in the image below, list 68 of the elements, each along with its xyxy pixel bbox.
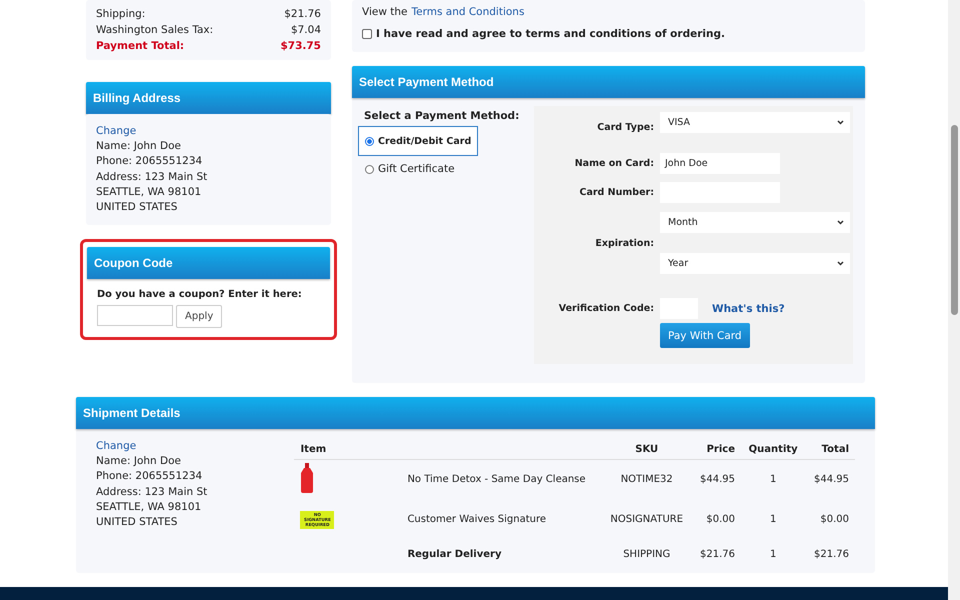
coupon-field[interactable] — [97, 305, 173, 326]
address-line: Phone: 2065551234 — [96, 469, 204, 484]
price-cell-text: $0.00 — [705, 513, 736, 527]
address-line: Phone: 2065551234 — [96, 154, 204, 170]
coupon-prompt: Do you have a coupon? Enter it here: — [97, 289, 303, 300]
column-header: Total — [805, 439, 855, 460]
payment-option[interactable]: Gift Certificate — [358, 160, 462, 178]
shipment-header: Shipment Details — [76, 397, 875, 429]
sku-cell-text: NOSIGNATURE — [609, 513, 684, 527]
card-type-select[interactable]: VISA — [660, 112, 850, 133]
bottle-icon — [300, 463, 314, 494]
sku-cell: NOTIME32 — [602, 460, 692, 500]
change-link[interactable]: Change — [96, 439, 294, 454]
column-header: SKU — [602, 439, 692, 460]
address-line: SEATTLE, WA 98101 — [96, 184, 202, 200]
quantity-cell: 1 — [740, 460, 806, 500]
change-link[interactable]: Change — [96, 124, 321, 140]
expiration-label: Expiration: — [594, 238, 654, 248]
sku-cell-text: SHIPPING — [622, 548, 672, 562]
address-line: UNITED STATES — [96, 200, 178, 216]
pay-button[interactable]: Pay With Card — [660, 323, 750, 348]
name-label: Name on Card: — [574, 158, 654, 169]
agree-label: I have read and agree to terms and conditions of ordering. — [376, 27, 725, 42]
month-select[interactable]: Month — [660, 212, 850, 233]
verification-label: Verification Code: — [558, 303, 654, 314]
price-cell: $44.95 — [691, 460, 741, 500]
agree-checkbox[interactable] — [362, 29, 372, 39]
card-number-label: Card Number: — [578, 187, 654, 198]
terms-text: View the — [362, 5, 408, 20]
scrollbar[interactable] — [948, 0, 960, 600]
summary-label: Washington Sales Tax: — [96, 23, 214, 38]
billing-header: Billing Address — [86, 82, 331, 114]
price-cell-text: $21.76 — [698, 548, 736, 562]
chevron-icon — [837, 220, 844, 225]
summary-value: $7.04 — [290, 23, 321, 38]
summary-label: Payment Total: — [96, 39, 184, 54]
summary-value: $21.76 — [284, 7, 321, 22]
apply-button[interactable]: Apply — [176, 305, 222, 328]
column-header: Price — [691, 439, 741, 460]
column-header: Quantity — [740, 439, 806, 460]
address-line: Address: 123 Main St — [96, 170, 208, 185]
address-line: Address: 123 Main St — [96, 484, 208, 500]
address-line: UNITED STATES — [96, 515, 178, 530]
coupon-header: Coupon Code — [87, 247, 330, 280]
column-header: Item — [294, 439, 602, 460]
card-type-label: Card Type: — [596, 122, 654, 133]
item-cell-text: Customer Waives Signature — [406, 513, 548, 527]
year-select[interactable]: Year — [660, 253, 850, 274]
address-line: SEATTLE, WA 98101 — [96, 500, 202, 515]
chevron-icon — [837, 120, 844, 125]
total-cell: $44.95 — [805, 460, 855, 500]
address-line: Name: John Doe — [96, 139, 182, 154]
item-cell: No Time Detox - Same Day Cleanse — [401, 460, 602, 500]
summary-value: $73.75 — [280, 39, 321, 54]
quantity-cell-text: 1 — [768, 548, 778, 562]
item-cell-text: Regular Delivery — [406, 548, 502, 562]
whats-this-link[interactable]: What's this? — [712, 300, 785, 316]
payment-header: Select Payment Method — [352, 66, 865, 98]
total-cell-text: $0.00 — [819, 513, 850, 527]
summary-label: Shipping: — [96, 7, 146, 22]
payment-option[interactable]: Credit/Debit Card — [358, 126, 478, 156]
address-line: Name: John Doe — [96, 454, 182, 470]
total-cell-text: $21.76 — [813, 548, 850, 562]
name-field[interactable]: John Doe — [660, 153, 780, 174]
payment-prompt: Select a Payment Method: — [364, 110, 520, 122]
terms-link[interactable]: Terms and Conditions — [412, 4, 524, 20]
chevron-icon — [837, 261, 844, 266]
quantity-cell-text: 1 — [768, 513, 778, 527]
